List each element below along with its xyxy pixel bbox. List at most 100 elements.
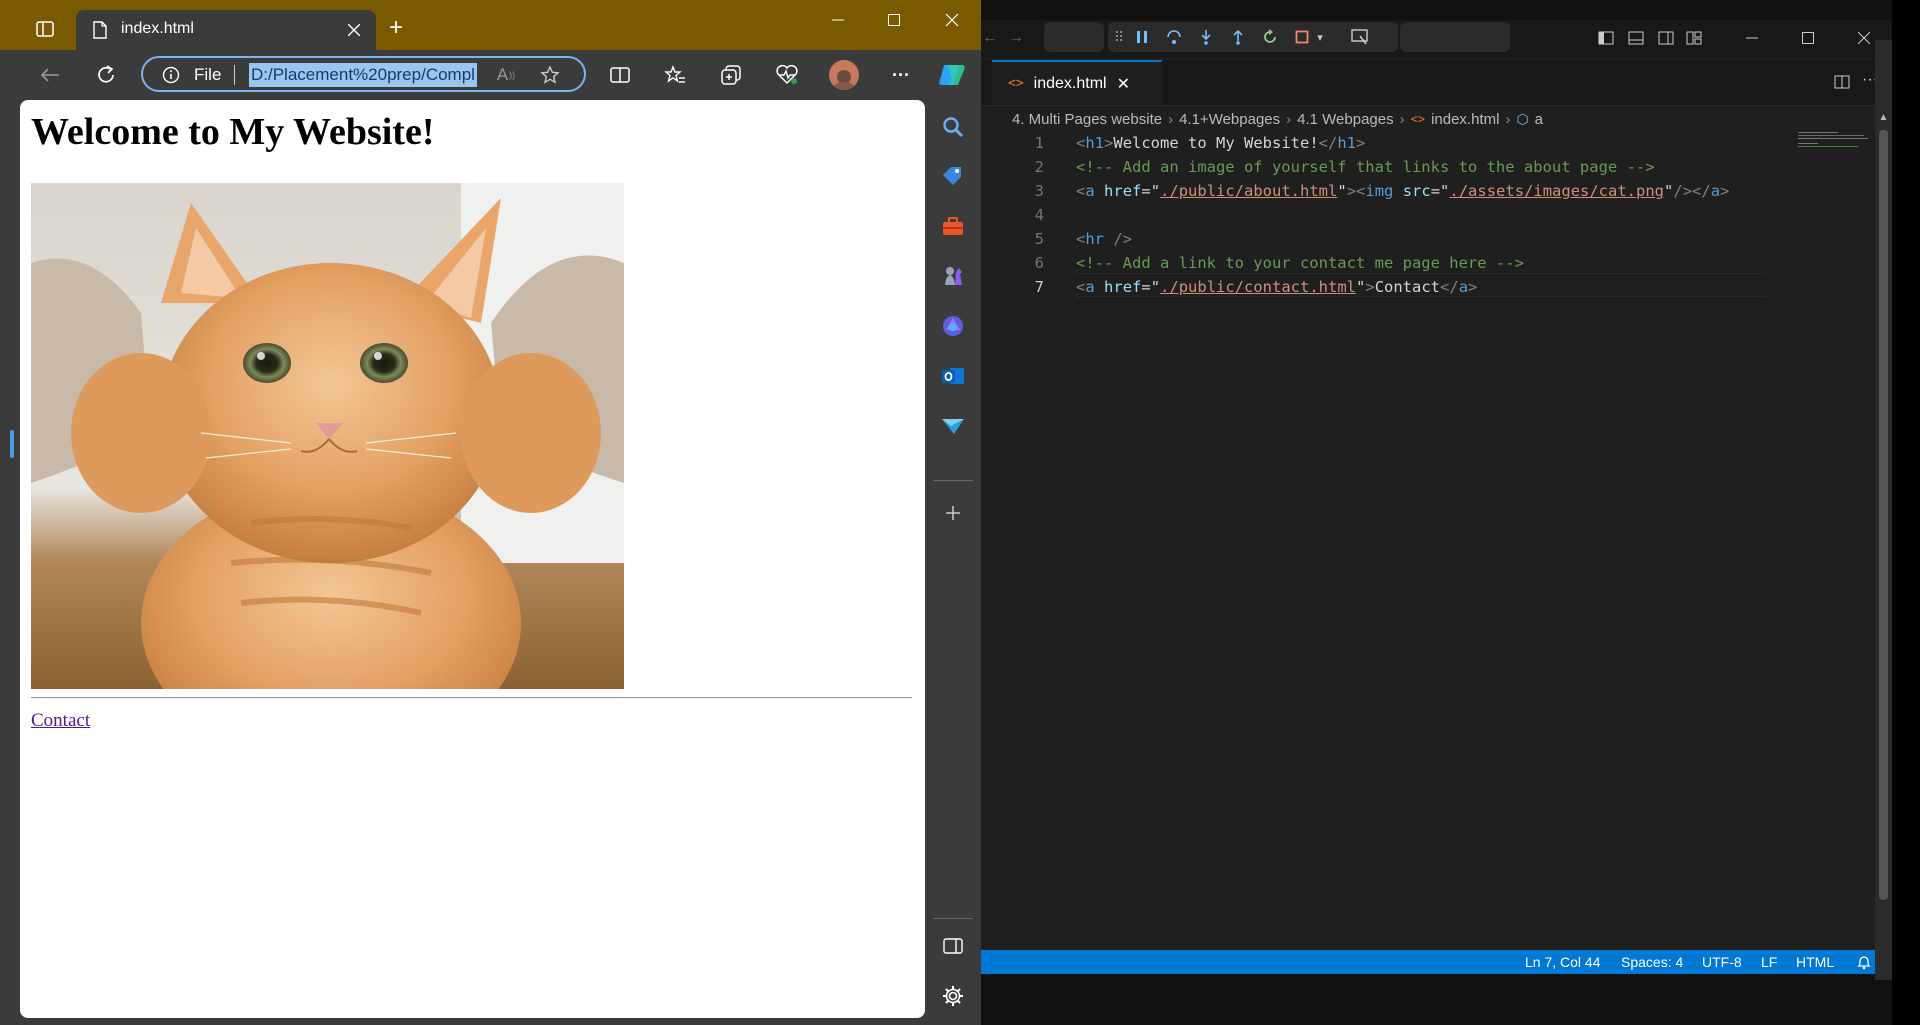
address-divider <box>234 65 235 85</box>
cat-image-link[interactable] <box>31 183 624 689</box>
outlook-icon[interactable] <box>940 363 966 389</box>
minimap[interactable] <box>1798 131 1872 151</box>
favorite-star-icon[interactable] <box>539 64 561 86</box>
maximize-icon[interactable] <box>1794 26 1822 50</box>
close-tab-icon[interactable]: ✕ <box>1117 74 1130 94</box>
breadcrumb-file[interactable]: index.html <box>1431 111 1499 128</box>
vscode-window: ⠿ ▾ ← → <> index.html ✕ ··· 4. Multi Pag… <box>980 0 1892 1025</box>
code-token: ./public/about.html <box>1160 182 1338 200</box>
chevron-down-icon[interactable]: ▾ <box>1312 26 1328 48</box>
code-token: h1 <box>1085 134 1105 152</box>
collections-icon[interactable] <box>719 63 743 87</box>
back-icon[interactable]: ← <box>980 28 1000 48</box>
breadcrumb-folder-3[interactable]: 4.1 Webpages <box>1297 111 1393 128</box>
toolbox-icon[interactable] <box>940 213 966 239</box>
send-icon[interactable] <box>940 413 966 439</box>
cat-image <box>31 183 624 689</box>
line-number: 2 <box>1034 158 1044 176</box>
status-encoding[interactable]: UTF-8 <box>1702 950 1742 974</box>
minimize-icon[interactable] <box>826 12 850 28</box>
code-line[interactable]: 2 <!-- Add an image of yourself that link… <box>980 155 1780 179</box>
stop-icon[interactable] <box>1290 26 1314 48</box>
chess-icon[interactable] <box>940 263 966 289</box>
window-border-scrollbar: ▲ <box>1875 40 1892 980</box>
profile-avatar[interactable] <box>829 60 859 90</box>
search-icon[interactable] <box>940 114 966 140</box>
drag-handle-icon[interactable]: ⠿ <box>1108 26 1130 48</box>
health-icon[interactable] <box>774 63 800 87</box>
info-icon[interactable] <box>161 65 181 85</box>
step-into-icon[interactable] <box>1194 26 1218 48</box>
customize-layout-icon[interactable] <box>1684 28 1704 48</box>
status-language[interactable]: HTML <box>1796 950 1834 974</box>
close-icon[interactable] <box>344 20 364 40</box>
page-icon <box>90 20 110 40</box>
command-center-right[interactable] <box>1400 22 1510 52</box>
code-line[interactable]: 4 <box>980 203 1780 227</box>
browser-tab[interactable]: index.html <box>76 10 376 50</box>
more-icon[interactable]: ··· <box>889 63 913 87</box>
line-number: 5 <box>1034 230 1044 248</box>
toggle-secondary-sidebar-icon[interactable] <box>1656 28 1676 48</box>
status-cursor-position[interactable]: Ln 7, Col 44 <box>1525 950 1601 974</box>
window-edge <box>980 0 1892 20</box>
address-bar[interactable]: File D:/Placement%20prep/Compl A)) <box>141 56 586 92</box>
command-center-left[interactable] <box>1044 22 1104 52</box>
code-token: img <box>1365 182 1394 200</box>
bell-icon[interactable] <box>1854 950 1874 974</box>
breadcrumb-folder-1[interactable]: 4. Multi Pages website <box>1012 111 1162 128</box>
copilot-icon[interactable] <box>936 61 968 89</box>
code-line[interactable]: 1 <h1>Welcome to My Website!</h1> <box>980 131 1780 155</box>
code-token: src <box>1402 182 1431 200</box>
breadcrumb-folder-2[interactable]: 4.1+Webpages <box>1179 111 1280 128</box>
favorites-icon[interactable] <box>663 63 687 87</box>
toggle-primary-sidebar-icon[interactable] <box>1596 28 1616 48</box>
status-eol[interactable]: LF <box>1761 950 1777 974</box>
tab-title: index.html <box>121 20 194 37</box>
read-aloud-icon[interactable]: A)) <box>495 64 517 86</box>
restart-icon[interactable] <box>1258 26 1282 48</box>
horizontal-rule <box>31 697 912 699</box>
code-token: =" <box>1430 182 1450 200</box>
forward-icon[interactable]: → <box>1006 28 1026 48</box>
line-number: 7 <box>1034 278 1044 296</box>
pause-icon[interactable] <box>1130 26 1154 48</box>
tab-actions-icon[interactable] <box>34 18 56 40</box>
code-token: <!-- Add a link to your contact me page … <box>1076 254 1524 272</box>
toggle-panel-icon[interactable] <box>1626 28 1646 48</box>
code-line[interactable]: 6 <!-- Add a link to your contact me page… <box>980 251 1780 275</box>
scroll-up-icon[interactable]: ▲ <box>1875 110 1892 124</box>
code-line[interactable]: 5 <hr /> <box>980 227 1780 251</box>
step-out-icon[interactable] <box>1226 26 1250 48</box>
edge-titlebar: index.html + <box>0 0 981 50</box>
code-line[interactable]: 3 <a href="./public/about.html"><img src=… <box>980 179 1780 203</box>
window-scroll-thumb[interactable] <box>1879 130 1888 900</box>
close-icon[interactable] <box>1850 26 1878 50</box>
editor-tab-index-html[interactable]: <> index.html ✕ <box>992 60 1162 105</box>
copilot-apps-icon[interactable] <box>940 313 966 339</box>
split-editor-icon[interactable] <box>1832 72 1852 92</box>
chevron-right-icon: › <box>1399 110 1405 128</box>
back-icon[interactable] <box>38 63 62 87</box>
breadcrumb-symbol[interactable]: a <box>1535 111 1543 128</box>
step-over-icon[interactable] <box>1162 26 1186 48</box>
sidebar-toggle-icon[interactable] <box>940 933 966 959</box>
breadcrumb: 4. Multi Pages website › 4.1+Webpages › … <box>1012 108 1543 130</box>
refresh-icon[interactable] <box>94 63 118 87</box>
line-number: 4 <box>1034 206 1044 224</box>
code-text: <h1>Welcome to My Website!</h1> <box>1076 131 1365 155</box>
split-screen-icon[interactable] <box>608 64 632 86</box>
tag-icon[interactable] <box>940 163 966 189</box>
add-icon[interactable] <box>940 500 966 526</box>
close-window-icon[interactable] <box>940 12 964 28</box>
contact-link[interactable]: Contact <box>31 710 90 732</box>
code-editor[interactable]: 1 <h1>Welcome to My Website!</h1> 2 <!-- Ad… <box>980 131 1790 931</box>
maximize-icon[interactable] <box>882 12 906 28</box>
edge-bottom-border <box>20 1018 925 1025</box>
status-indentation[interactable]: Spaces: 4 <box>1621 950 1683 974</box>
minimize-icon[interactable] <box>1738 26 1766 50</box>
inspect-icon[interactable] <box>1348 26 1372 48</box>
new-tab-icon[interactable]: + <box>384 14 408 41</box>
settings-icon[interactable] <box>940 983 966 1009</box>
address-url-selected[interactable]: D:/Placement%20prep/Compl <box>249 63 477 87</box>
